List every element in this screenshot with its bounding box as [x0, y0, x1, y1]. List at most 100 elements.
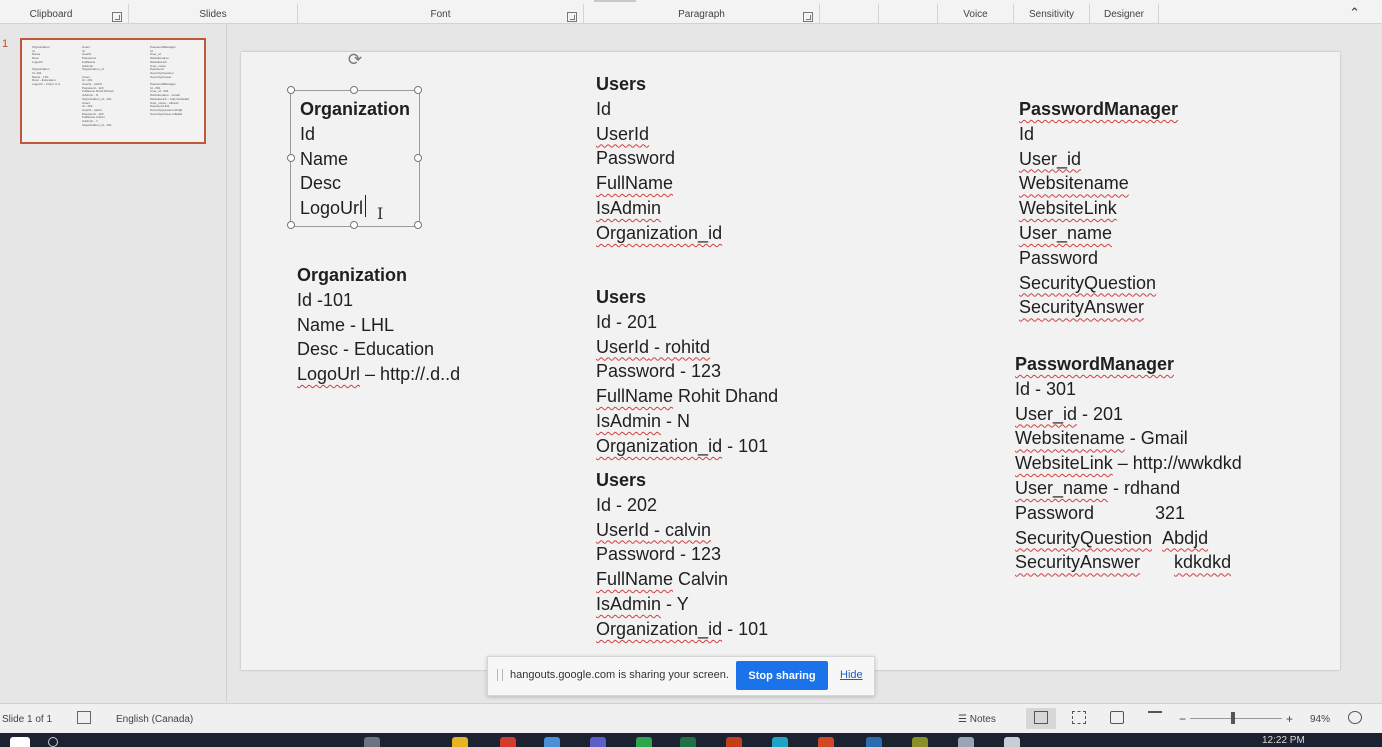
organization-schema-title: Organization	[300, 99, 411, 119]
file-explorer-icon[interactable]	[452, 737, 468, 747]
pm-record-security-question: SecurityQuestion Abdjd	[1015, 526, 1242, 551]
password-key: Password	[1015, 502, 1095, 523]
user-id-key: User_id	[1015, 403, 1078, 424]
users-record-title: Users	[596, 470, 647, 490]
resize-handle-bottom[interactable]	[350, 221, 358, 229]
paragraph-launcher-icon[interactable]	[803, 12, 813, 22]
zoom-slider-track[interactable]	[1190, 718, 1282, 719]
resize-handle-bottom-right[interactable]	[414, 221, 422, 229]
textbox-users-record-202[interactable]: Users Id - 202 UserId - calvin Password …	[596, 468, 768, 642]
collapse-ribbon-icon[interactable]: ⌃	[1349, 5, 1360, 21]
users-field-id: Id	[596, 98, 612, 119]
taskbar-app-icon[interactable]	[818, 737, 834, 747]
users-field-orgid: Organization_id	[596, 222, 723, 243]
font-launcher-icon[interactable]	[567, 12, 577, 22]
outlook-icon[interactable]	[866, 737, 882, 747]
taskbar-app-icon[interactable]	[364, 737, 380, 747]
resize-handle-left[interactable]	[287, 154, 295, 162]
screen-share-banner: hangouts.google.com is sharing your scre…	[487, 656, 875, 696]
settings-icon[interactable]	[1004, 737, 1020, 747]
slide-count: Slide 1 of 1	[2, 714, 53, 725]
textbox-users-schema[interactable]: Users Id UserId Password FullName IsAdmi…	[596, 72, 722, 246]
textbox-organization-record[interactable]: Organization Id -101 Name - LHL Desc - E…	[297, 263, 460, 387]
websitename-value: - Gmail	[1124, 428, 1188, 449]
zoom-level[interactable]: 94%	[1310, 714, 1330, 725]
ribbon-group-sensitivity: Sensitivity	[1014, 4, 1090, 23]
ibeam-cursor-icon: I	[377, 204, 384, 223]
thumbnail-column-2: Users Id UserId Password FullName IsAdmi…	[82, 45, 114, 127]
slide-thumbnail[interactable]: Organization Id Name Desc LogoUrl Organi…	[20, 38, 206, 144]
users-record-title: Users	[596, 287, 647, 307]
start-icon[interactable]	[10, 737, 30, 747]
textbox-passwordmanager-schema[interactable]: PasswordManager Id User_id Websitename W…	[1019, 97, 1178, 320]
slide-sorter-icon[interactable]	[1072, 711, 1086, 724]
orgid-key: Organization_id	[596, 435, 723, 456]
users-record-userid: UserId - calvin	[596, 518, 768, 543]
reading-view-icon[interactable]	[1110, 711, 1124, 724]
clipboard-launcher-icon[interactable]	[112, 12, 122, 22]
zoom-in-button[interactable]: +	[1286, 712, 1293, 726]
security-question-value: Abdjd	[1162, 527, 1209, 548]
slide-show-icon[interactable]	[1148, 711, 1162, 724]
users-record-fullname: FullName Calvin	[596, 567, 768, 592]
drag-handle-icon[interactable]	[497, 669, 503, 681]
user-name-value: - rdhand	[1108, 477, 1181, 498]
search-icon[interactable]	[48, 737, 58, 747]
resize-handle-right[interactable]	[414, 154, 422, 162]
resize-handle-top-right[interactable]	[414, 86, 422, 94]
teams-icon[interactable]	[590, 737, 606, 747]
userid-key: UserId	[596, 519, 650, 540]
rotate-handle-icon[interactable]: ⟳	[345, 50, 365, 70]
pm-field-user-id: User_id	[1019, 148, 1082, 169]
resize-handle-bottom-left[interactable]	[287, 221, 295, 229]
fullname-key: FullName	[596, 569, 674, 590]
isadmin-key: IsAdmin	[596, 593, 662, 614]
slide-thumbnail-pane: 1 Organization Id Name Desc LogoUrl Orga…	[0, 24, 227, 702]
whatsapp-icon[interactable]	[636, 737, 652, 747]
ribbon-tab-indicator	[594, 0, 636, 2]
taskbar-app-icon[interactable]	[912, 737, 928, 747]
taskbar-app-icon[interactable]	[544, 737, 560, 747]
organization-field-desc: Desc	[300, 173, 342, 194]
textbox-users-record-201[interactable]: Users Id - 201 UserId - rohitd Password …	[596, 285, 778, 459]
system-clock[interactable]: 12:22 PM	[1262, 735, 1305, 746]
excel-icon[interactable]	[680, 737, 696, 747]
pm-record-websitename: Websitename - Gmail	[1015, 426, 1242, 451]
ribbon-group-designer: Designer	[1090, 4, 1159, 23]
users-field-isadmin: IsAdmin	[596, 197, 662, 218]
notes-button[interactable]: ☰ Notes	[958, 714, 996, 725]
fit-slide-icon[interactable]	[1348, 711, 1362, 724]
zoom-slider-thumb[interactable]	[1231, 712, 1235, 724]
edge-icon[interactable]	[772, 737, 788, 747]
userid-value: - rohitd	[649, 336, 711, 357]
pm-record-user-id: User_id - 201	[1015, 402, 1242, 427]
users-record-id: Id - 202	[596, 494, 658, 515]
ribbon-group-bar: Clipboard Slides Font Paragraph Voice Se…	[0, 0, 1382, 24]
pm-field-user-name: User_name	[1019, 222, 1113, 243]
pm-field-security-question: SecurityQuestion	[1019, 272, 1157, 293]
textbox-passwordmanager-record[interactable]: PasswordManager Id - 301 User_id - 201 W…	[1015, 352, 1242, 575]
pm-record-websitelink: WebsiteLink – http://wwkdkd	[1015, 451, 1242, 476]
passwordmanager-schema-title: PasswordManager	[1019, 99, 1179, 119]
taskbar-app-icon[interactable]	[958, 737, 974, 747]
language-indicator[interactable]: English (Canada)	[116, 714, 193, 725]
resize-handle-top-left[interactable]	[287, 86, 295, 94]
powerpoint-icon[interactable]	[726, 737, 742, 747]
chrome-icon[interactable]	[500, 737, 516, 747]
users-record-password: Password - 123	[596, 544, 722, 565]
share-message: hangouts.google.com is sharing your scre…	[510, 669, 729, 681]
orgid-value: - 101	[722, 618, 769, 639]
textbox-organization-schema[interactable]: Organization Id Name Desc LogoUrl	[300, 97, 410, 221]
normal-view-icon	[1034, 711, 1048, 724]
status-bar: Slide 1 of 1 English (Canada) ☰ Notes − …	[0, 703, 1382, 734]
hide-link[interactable]: Hide	[840, 669, 863, 681]
users-field-password: Password	[596, 148, 676, 169]
thumbnail-column-3: PasswordManager Id User_id Websitename W…	[150, 45, 189, 116]
resize-handle-top[interactable]	[350, 86, 358, 94]
accessibility-icon[interactable]	[77, 711, 91, 724]
userid-value: - calvin	[649, 519, 712, 540]
user-name-key: User_name	[1015, 477, 1109, 498]
stop-sharing-button[interactable]: Stop sharing	[736, 661, 828, 690]
zoom-out-button[interactable]: −	[1179, 712, 1186, 726]
ribbon-group-font: Font	[298, 4, 584, 23]
